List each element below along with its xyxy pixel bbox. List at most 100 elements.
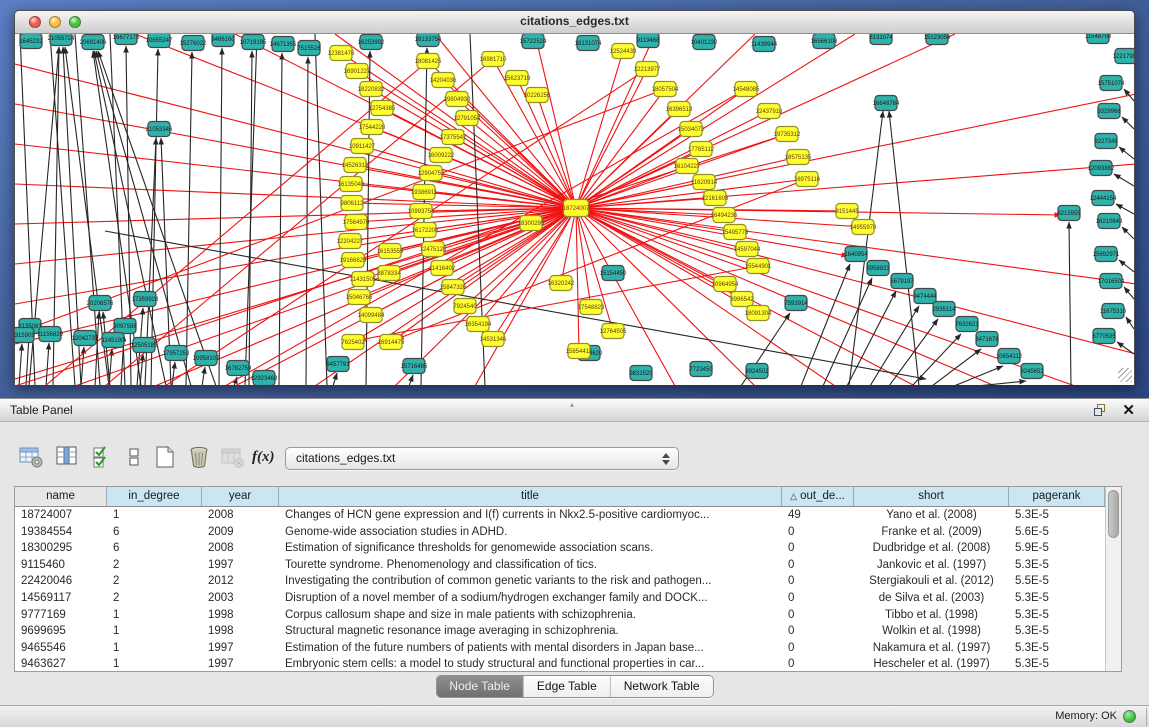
graph-node[interactable]: 12381476 xyxy=(328,46,355,61)
graph-node[interactable]: 15154450 xyxy=(600,266,627,281)
graph-node[interactable]: 8471676 xyxy=(975,332,999,347)
graph-node[interactable]: 15854412 xyxy=(566,344,593,359)
graph-node[interactable]: 12444154 xyxy=(1090,191,1117,206)
graph-node[interactable]: 17548823 xyxy=(578,300,605,315)
graph-node[interactable]: 9245652 xyxy=(1020,364,1044,379)
graph-node[interactable]: 12042737 xyxy=(72,331,99,346)
graph-node[interactable]: 16253902 xyxy=(358,35,385,50)
graph-node[interactable]: 15623719 xyxy=(504,71,531,86)
graph-node[interactable]: 17564976 xyxy=(343,215,370,230)
zoom-button[interactable] xyxy=(69,16,81,28)
graph-node[interactable]: 9119468 xyxy=(637,34,661,48)
graph-node[interactable]: 12437918 xyxy=(756,104,783,119)
tab-edge-table[interactable]: Edge Table xyxy=(523,676,610,697)
graph-node[interactable]: 15722524 xyxy=(520,34,547,49)
graph-node[interactable]: 18057504 xyxy=(652,82,679,97)
graph-node[interactable]: 12217987 xyxy=(1113,49,1134,64)
graph-node[interactable]: 14955978 xyxy=(850,220,877,235)
graph-node[interactable]: 8215955 xyxy=(1057,206,1081,221)
graph-node[interactable]: 16009222 xyxy=(428,148,455,163)
graph-node[interactable]: 17016504 xyxy=(1098,274,1125,289)
graph-node[interactable]: 14548085 xyxy=(733,82,760,97)
graph-node[interactable]: 10958107 xyxy=(193,351,220,366)
graph-node[interactable]: 8924502 xyxy=(745,364,769,379)
table-row[interactable]: 1872400712008Changes of HCN gene express… xyxy=(15,507,1121,524)
graph-node[interactable]: 11675310 xyxy=(1100,304,1127,319)
graph-node[interactable]: 19804930 xyxy=(444,92,471,107)
float-panel-icon[interactable] xyxy=(1094,404,1107,417)
graph-node[interactable]: 18220832 xyxy=(358,82,385,97)
graph-node[interactable]: 12764505 xyxy=(600,324,627,339)
graph-node[interactable]: 16566108 xyxy=(811,34,838,49)
graph-node[interactable]: 12093882 xyxy=(1088,161,1115,176)
column-header-in-degree[interactable]: in_degree xyxy=(107,487,202,506)
graph-node[interactable]: 9831520 xyxy=(629,366,653,381)
graph-node[interactable]: 15495778 xyxy=(722,225,749,240)
graph-node[interactable]: 21055724 xyxy=(48,34,75,46)
table-row[interactable]: 911546021997Tourette syndrome. Phenomeno… xyxy=(15,557,1121,574)
graph-node[interactable]: 10993754 xyxy=(408,204,435,219)
graph-node[interactable]: 10655247 xyxy=(146,34,173,48)
graph-node[interactable]: 18091304 xyxy=(745,306,772,321)
graph-node[interactable]: 6770535 xyxy=(1092,329,1116,344)
graph-node[interactable]: 9457791 xyxy=(326,357,350,372)
graph-node[interactable]: 11416402 xyxy=(429,261,456,276)
table-panel-header[interactable]: Table Panel ▴ ✕ xyxy=(0,398,1149,422)
graph-node[interactable]: 17957253 xyxy=(163,346,190,361)
graph-node[interactable]: 16396513 xyxy=(666,102,693,117)
function-builder-icon[interactable]: f(x) xyxy=(252,444,278,470)
graph-node[interactable]: 16677175 xyxy=(113,34,140,45)
graph-node[interactable]: 15123056 xyxy=(924,34,951,45)
column-header-title[interactable]: title xyxy=(279,487,782,506)
graph-node[interactable]: 10964954 xyxy=(712,277,739,292)
graph-node[interactable]: 17359928 xyxy=(132,292,159,307)
graph-node[interactable]: 15716485 xyxy=(401,359,428,374)
graph-node[interactable]: 15276022 xyxy=(180,36,207,51)
graph-node[interactable]: 14671355 xyxy=(270,37,297,52)
graph-node[interactable]: 2935114 xyxy=(933,302,957,317)
graph-node[interactable]: 10911427 xyxy=(349,139,376,154)
graph-node[interactable]: 16975116 xyxy=(794,172,821,187)
graph-node[interactable]: 14526312 xyxy=(342,158,369,173)
graph-node[interactable]: 1640954 xyxy=(844,247,868,262)
tab-network-table[interactable]: Network Table xyxy=(610,676,713,697)
table-row[interactable]: 946362711997Embryonic stem cells: a mode… xyxy=(15,656,1121,672)
graph-node[interactable]: 8466160 xyxy=(211,34,235,47)
graph-node[interactable]: 14204036 xyxy=(430,73,457,88)
table-row[interactable]: 977716911998Corpus callosum shape and si… xyxy=(15,607,1121,624)
table-row[interactable]: 1830029562008Estimation of significance … xyxy=(15,540,1121,557)
graph-node[interactable]: 14597044 xyxy=(734,242,761,257)
graph-node[interactable]: 15034072 xyxy=(678,122,705,137)
graph-node[interactable]: 1145190 xyxy=(102,333,126,348)
graph-node[interactable]: 9329966 xyxy=(1097,104,1121,119)
row-stack-icon[interactable] xyxy=(122,444,148,470)
table-settings-icon[interactable] xyxy=(18,444,44,470)
graph-node[interactable]: 8996542 xyxy=(730,292,754,307)
graph-node[interactable]: 11439944 xyxy=(751,37,778,52)
graph-node[interactable]: 12904752 xyxy=(418,166,445,181)
vertical-scrollbar[interactable] xyxy=(1105,487,1121,671)
graph-node[interactable]: 8958923 xyxy=(866,261,890,276)
graph-node[interactable]: 14531346 xyxy=(480,332,507,347)
column-header-out-de-[interactable]: △out_de... xyxy=(782,487,854,506)
graph-node[interactable]: 10654112 xyxy=(996,349,1023,364)
graph-node[interactable]: 11620914 xyxy=(691,175,718,190)
graph-node[interactable]: 16210643 xyxy=(1096,214,1123,229)
graph-node[interactable]: 15751074 xyxy=(1098,76,1125,91)
column-header-year[interactable]: year xyxy=(202,487,279,506)
select-rows-icon[interactable] xyxy=(90,444,116,470)
graph-node[interactable]: 16104227 xyxy=(674,159,701,174)
graph-node[interactable]: 16153559 xyxy=(377,244,404,259)
graph-node[interactable]: 18575135 xyxy=(785,150,812,165)
graph-node[interactable]: 7593914 xyxy=(784,296,808,311)
graph-node[interactable]: 9151445 xyxy=(835,204,859,219)
table-row[interactable]: 2242004622012Investigating the contribut… xyxy=(15,573,1121,590)
graph-node[interactable]: 7632621 xyxy=(955,317,979,332)
graph-node[interactable]: 15046766 xyxy=(346,290,373,305)
graph-node[interactable]: 7723450 xyxy=(689,362,713,377)
scrollbar-thumb[interactable] xyxy=(1108,490,1119,538)
graph-node[interactable]: 18300295 xyxy=(518,216,545,231)
graph-node[interactable]: 7924540 xyxy=(453,299,477,314)
table-row[interactable]: 946554611997Estimation of the future num… xyxy=(15,640,1121,657)
table-row[interactable]: 1456911722003Disruption of a novel membe… xyxy=(15,590,1121,607)
